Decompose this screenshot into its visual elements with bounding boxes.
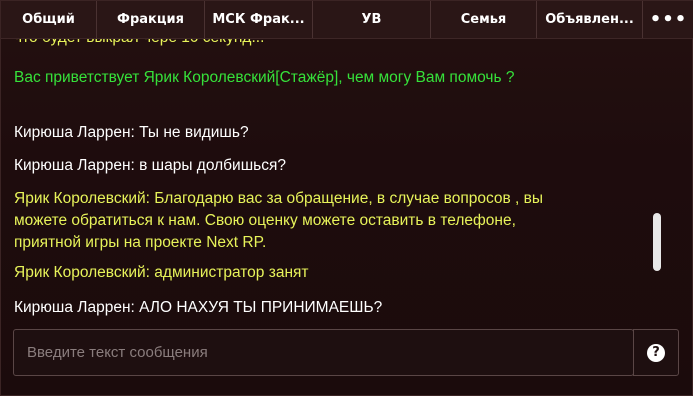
more-tabs-icon[interactable]: •••: [643, 1, 693, 38]
chat-message-partial: что будет выкрал чере 10 секунд...: [14, 39, 574, 49]
chat-message: Ярик Королевский: администратор занят: [14, 264, 309, 281]
tab-faction[interactable]: Фракция: [97, 1, 205, 38]
help-button[interactable]: ?: [633, 329, 679, 376]
tab-general[interactable]: Общий: [1, 1, 97, 38]
chat-message: Кирюша Ларрен: Ты не видишь?: [14, 124, 249, 141]
question-icon: ?: [647, 343, 665, 362]
tab-family[interactable]: Семья: [431, 1, 537, 38]
scrollbar-thumb[interactable]: [653, 213, 661, 271]
chat-window: Общий Фракция МСК Фрак... УВ Семья Объяв…: [0, 0, 693, 396]
message-input[interactable]: [14, 330, 633, 375]
tab-announcements[interactable]: Объявлен...: [537, 1, 643, 38]
message-input-wrapper: [13, 329, 634, 376]
tab-uv[interactable]: УВ: [313, 1, 431, 38]
chat-tabs: Общий Фракция МСК Фрак... УВ Семья Объяв…: [1, 1, 693, 39]
tab-msk-faction[interactable]: МСК Фрак...: [205, 1, 313, 38]
message-list: что будет выкрал чере 10 секунд... Вас п…: [1, 39, 641, 323]
chat-message: Вас приветствует Ярик Королевский[Стажёр…: [14, 69, 515, 86]
chat-message: Кирюша Ларрен: АЛО НАХУЯ ТЫ ПРИНИМАЕШЬ?: [14, 299, 383, 316]
chat-message: Ярик Королевский: Благодарю вас за обращ…: [14, 190, 544, 251]
chat-message: Кирюша Ларрен: в шары долбишься?: [14, 157, 286, 174]
